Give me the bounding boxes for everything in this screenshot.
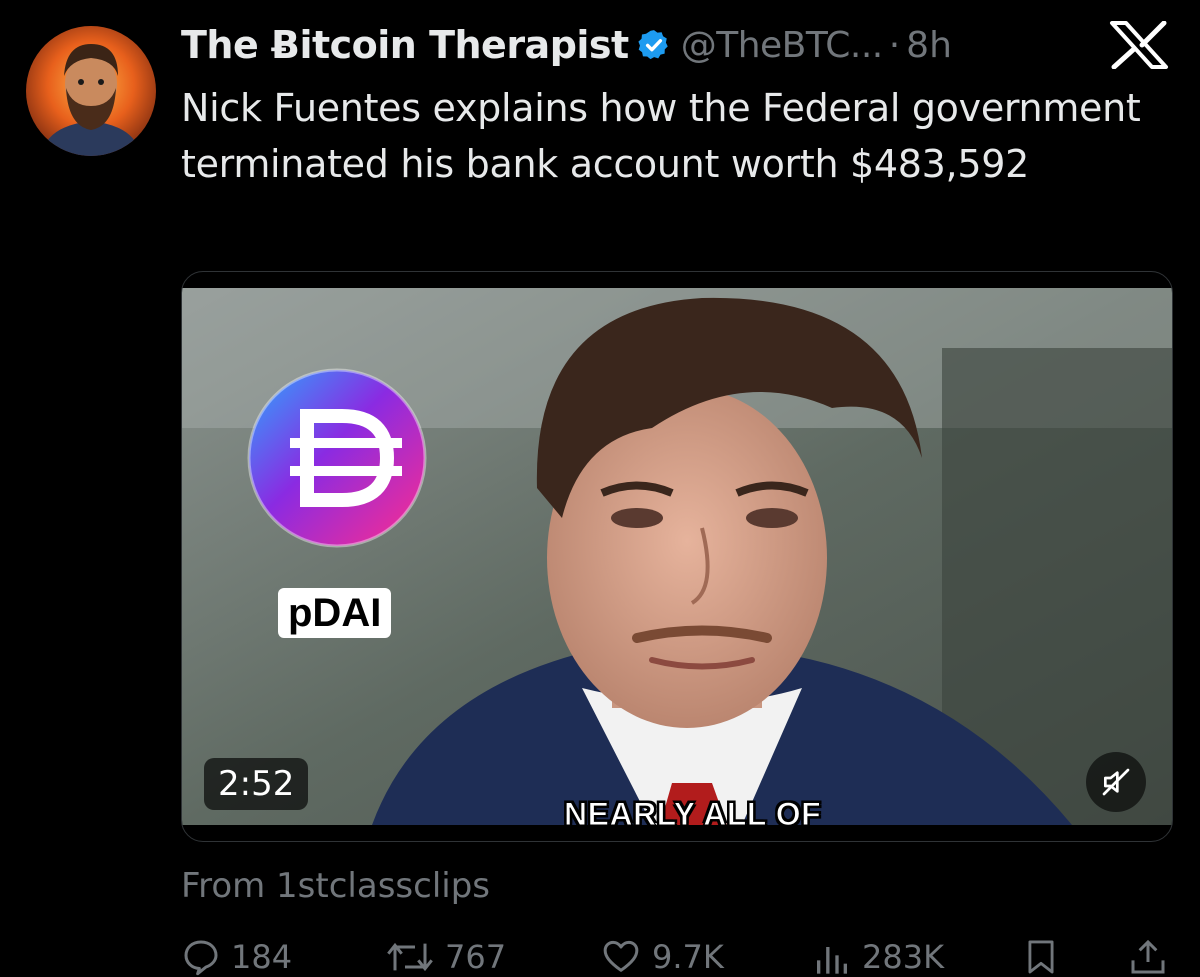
view-count: 283K (862, 937, 945, 976)
repost-icon (387, 942, 433, 971)
author-handle[interactable]: @TheBTC... (681, 25, 884, 66)
action-bar: 184 767 9.7K 283K (0, 936, 1200, 977)
repost-count: 767 (445, 937, 507, 976)
media-source[interactable]: From 1stclassclips (181, 866, 490, 906)
token-label: pDAI (278, 588, 392, 638)
video-player[interactable]: pDAI 2:52 NEARLY ALL OF (182, 288, 1172, 825)
views-button[interactable]: 283K (812, 936, 944, 977)
verified-badge-icon (637, 28, 671, 62)
share-icon (1131, 939, 1165, 973)
reply-count: 184 (231, 937, 293, 976)
tweet-header: The Ƀitcoin Therapist @TheBTC... · 8h (181, 18, 952, 72)
mute-button[interactable] (1086, 752, 1146, 812)
author-display-name[interactable]: The Ƀitcoin Therapist (181, 23, 629, 67)
separator-dot: · (888, 24, 901, 66)
video-duration: 2:52 (204, 758, 309, 810)
bookmark-icon (1028, 940, 1054, 973)
reply-icon (184, 940, 218, 975)
share-button[interactable] (1128, 936, 1178, 977)
media-card[interactable]: pDAI 2:52 NEARLY ALL OF (181, 271, 1173, 842)
bookmark-button[interactable] (1022, 936, 1070, 977)
tweet-text: Nick Fuentes explains how the Federal go… (181, 86, 1141, 186)
heart-icon (603, 940, 639, 972)
x-logo-icon (1108, 20, 1170, 70)
post-time[interactable]: 8h (906, 25, 952, 66)
reply-button[interactable]: 184 (181, 936, 292, 977)
video-frame (182, 288, 1172, 825)
like-button[interactable]: 9.7K (600, 936, 724, 977)
video-caption: NEARLY ALL OF (563, 796, 822, 826)
like-count: 9.7K (652, 937, 724, 976)
volume-muted-icon (1102, 768, 1130, 796)
repost-button[interactable]: 767 (385, 936, 506, 977)
avatar[interactable] (26, 26, 156, 156)
views-icon (817, 946, 847, 974)
